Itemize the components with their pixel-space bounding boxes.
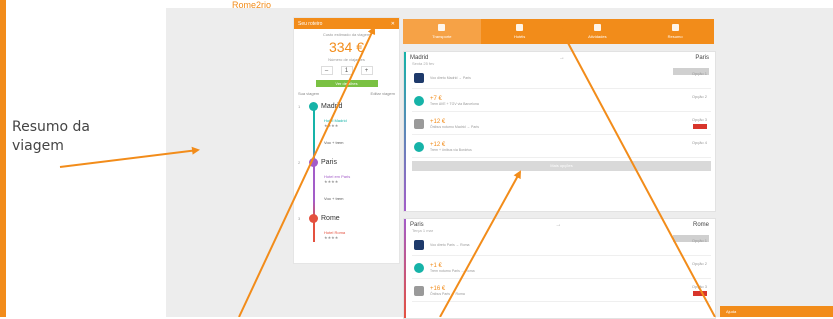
arrow-panel: [238, 26, 376, 317]
arrow-summary: [59, 146, 200, 168]
arrow-tabs: [559, 26, 716, 317]
annotation-arrows: [59, 26, 716, 317]
arrow-options: [439, 170, 521, 317]
